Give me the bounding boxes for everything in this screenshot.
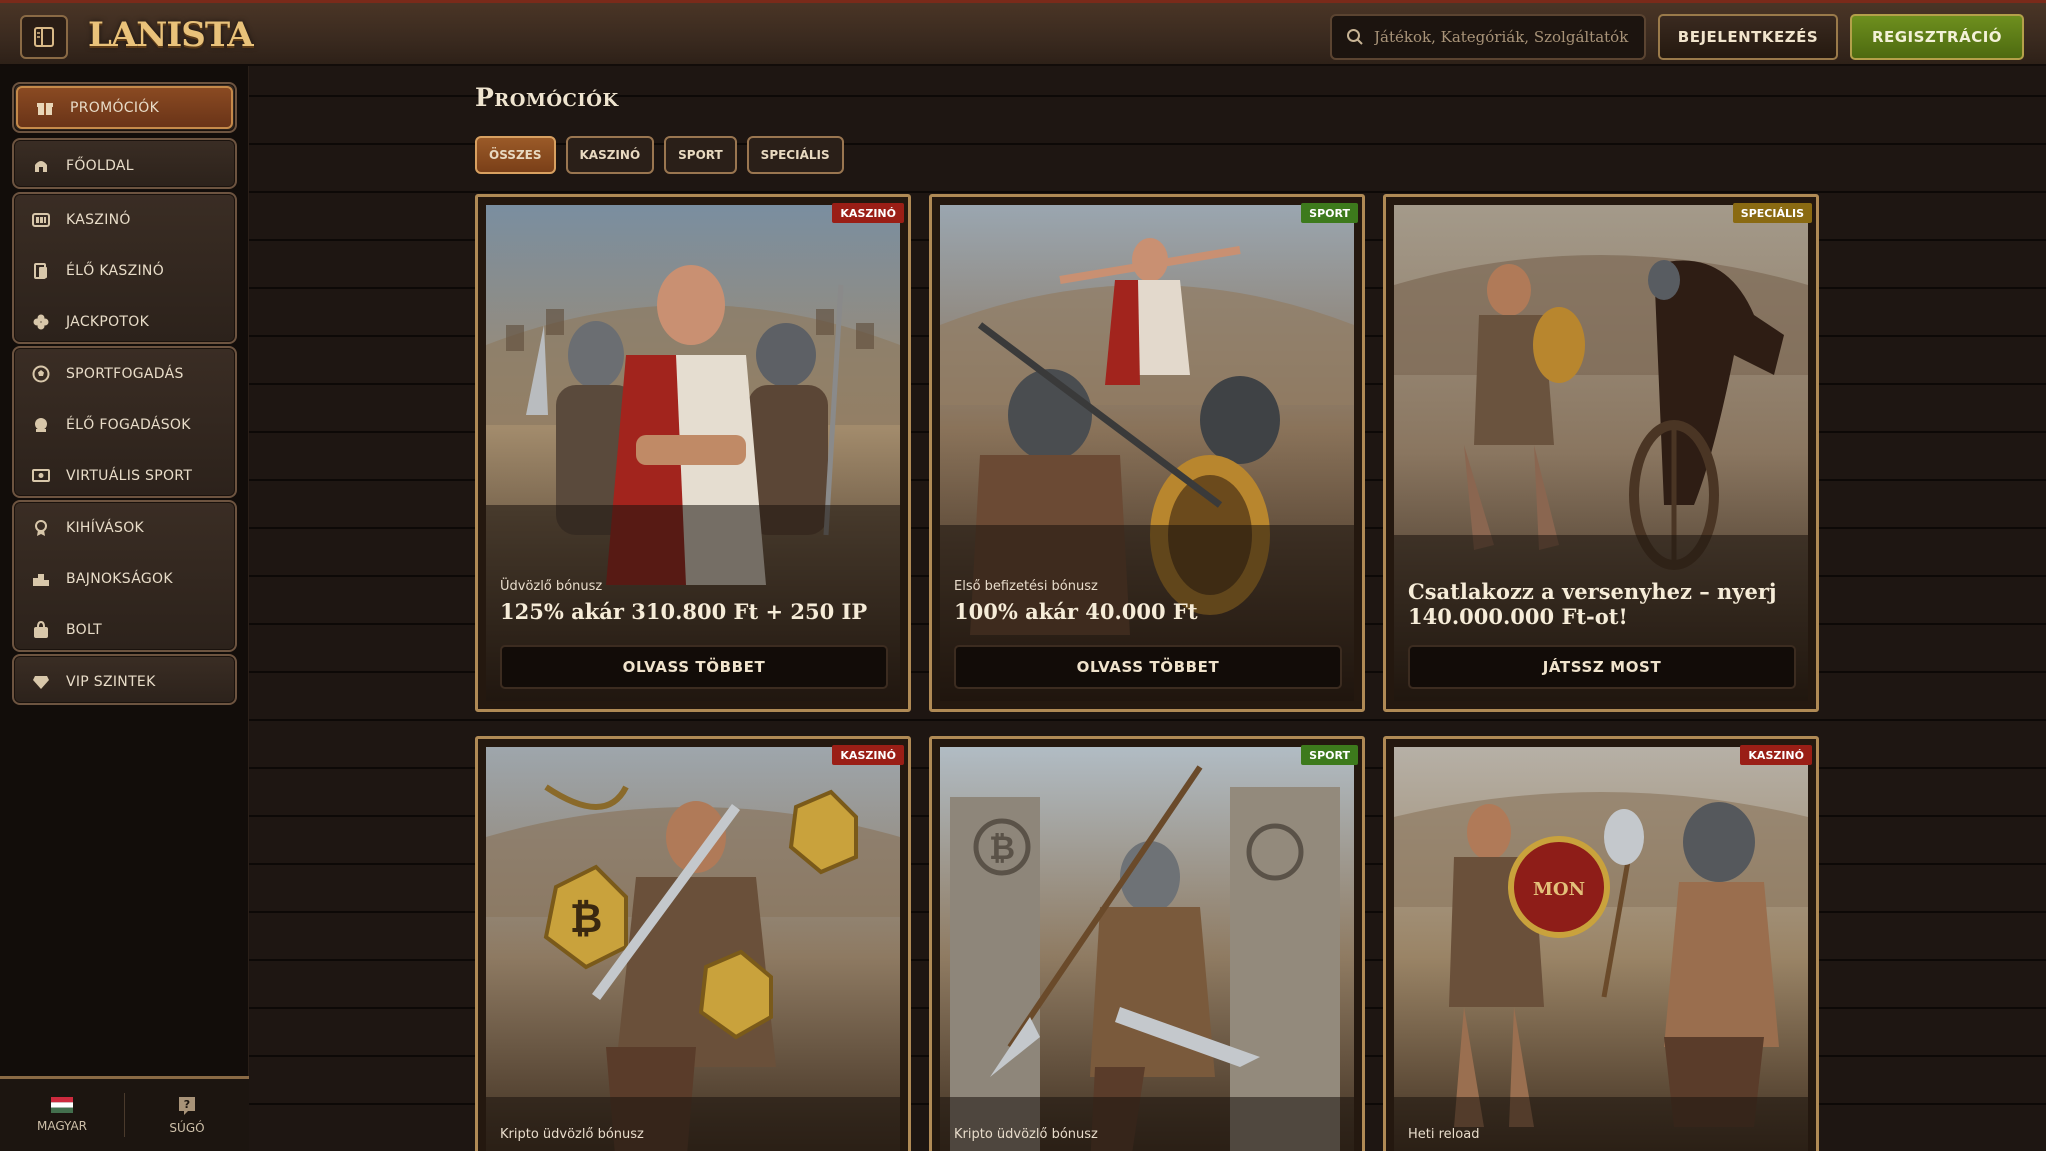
sidebar-item-vip[interactable]: VIP SZINTEK bbox=[14, 656, 235, 707]
sidebar-item-label: VIRTUÁLIS SPORT bbox=[66, 467, 193, 484]
sidebar-item-home[interactable]: FŐOLDAL bbox=[14, 140, 235, 191]
category-tag: SPORT bbox=[1301, 203, 1358, 223]
promo-image: ₿ bbox=[940, 747, 1354, 1151]
promo-image: ₿ bbox=[486, 747, 900, 1151]
language-selector[interactable]: MAGYAR bbox=[0, 1079, 124, 1151]
sidebar-footer: MAGYAR ? SÚGÓ bbox=[0, 1076, 249, 1151]
svg-text:₿: ₿ bbox=[989, 829, 1015, 867]
sidebar-item-label: SPORTFOGADÁS bbox=[66, 365, 184, 382]
gift-icon bbox=[34, 97, 56, 119]
cards-icon bbox=[30, 260, 52, 282]
sidebar-item-promotions[interactable]: PROMÓCIÓK bbox=[16, 86, 233, 129]
language-label: MAGYAR bbox=[37, 1119, 87, 1133]
help-label: SÚGÓ bbox=[169, 1121, 205, 1135]
sidebar-item-label: BOLT bbox=[66, 621, 103, 638]
sidebar-toggle-button[interactable] bbox=[20, 15, 68, 59]
svg-text:MON: MON bbox=[1533, 879, 1585, 900]
filter-special[interactable]: SPECIÁLIS bbox=[746, 136, 844, 174]
search-input[interactable] bbox=[1374, 28, 1634, 46]
sidebar-group-home: FŐOLDAL bbox=[12, 138, 237, 189]
category-tag: SPORT bbox=[1301, 745, 1358, 765]
sidebar-item-label: PROMÓCIÓK bbox=[70, 99, 160, 116]
bag-icon bbox=[30, 619, 52, 641]
sidebar-item-label: BAJNOKSÁGOK bbox=[66, 570, 173, 587]
sidebar-item-casino[interactable]: KASZINÓ bbox=[14, 194, 235, 245]
category-tag: KASZINÓ bbox=[832, 203, 904, 223]
sidebar-item-sportsbetting[interactable]: SPORTFOGADÁS bbox=[14, 348, 235, 399]
read-more-button[interactable]: OLVASS TÖBBET bbox=[954, 645, 1342, 689]
sidebar: PROMÓCIÓK FŐOLDAL KASZINÓ ÉLŐ KASZINÓ JA… bbox=[0, 66, 249, 1151]
site-logo[interactable]: LANISTA bbox=[88, 9, 254, 61]
ball-icon bbox=[30, 363, 52, 385]
promo-subtitle: Üdvözlő bónusz bbox=[500, 579, 603, 594]
promo-card-tournament[interactable]: SPECIÁLIS Csatlakozz a versenyhez – nyer… bbox=[1383, 194, 1819, 712]
filter-sport[interactable]: SPORT bbox=[664, 136, 737, 174]
promo-subtitle: Kripto üdvözlő bónusz bbox=[954, 1127, 1098, 1142]
sidebar-item-shop[interactable]: BOLT bbox=[14, 604, 235, 655]
sidebar-toggle-icon bbox=[34, 27, 54, 47]
medal-icon bbox=[30, 517, 52, 539]
filter-all[interactable]: ÖSSZES bbox=[475, 136, 556, 174]
top-header: LANISTA BEJELENTKEZÉS REGISZTRÁCIÓ bbox=[0, 0, 2046, 66]
login-button[interactable]: BEJELENTKEZÉS bbox=[1658, 14, 1838, 60]
sidebar-item-challenges[interactable]: KIHÍVÁSOK bbox=[14, 502, 235, 553]
promo-card-first-deposit[interactable]: SPORT Első befizetési bónusz 100% akár 4… bbox=[929, 194, 1365, 712]
help-icon: ? bbox=[179, 1097, 195, 1115]
diamond-icon bbox=[30, 671, 52, 693]
sidebar-item-label: JACKPOTOK bbox=[66, 313, 150, 330]
sidebar-item-label: ÉLŐ KASZINÓ bbox=[66, 262, 165, 279]
promo-filters: ÖSSZES KASZINÓ SPORT SPECIÁLIS bbox=[475, 136, 844, 174]
promo-subtitle: Kripto üdvözlő bónusz bbox=[500, 1127, 644, 1142]
sidebar-item-label: VIP SZINTEK bbox=[66, 673, 156, 690]
sidebar-item-live-bets[interactable]: ÉLŐ FOGADÁSOK bbox=[14, 399, 235, 450]
sidebar-item-label: FŐOLDAL bbox=[66, 157, 134, 174]
slot-icon bbox=[30, 209, 52, 231]
page-title: Promóciók bbox=[475, 83, 619, 112]
sidebar-item-label: ÉLŐ FOGADÁSOK bbox=[66, 416, 191, 433]
promo-card-crypto-casino[interactable]: ₿ KASZINÓ Kripto üdvözlő bónusz bbox=[475, 736, 911, 1151]
read-more-button[interactable]: OLVASS TÖBBET bbox=[500, 645, 888, 689]
promo-subtitle: Heti reload bbox=[1408, 1127, 1480, 1142]
category-tag: KASZINÓ bbox=[832, 745, 904, 765]
category-tag: KASZINÓ bbox=[1740, 745, 1812, 765]
sidebar-item-jackpots[interactable]: JACKPOTOK bbox=[14, 296, 235, 347]
sidebar-item-label: KASZINÓ bbox=[66, 211, 131, 228]
sidebar-group-casino: KASZINÓ ÉLŐ KASZINÓ JACKPOTOK bbox=[12, 192, 237, 344]
sidebar-item-label: KIHÍVÁSOK bbox=[66, 519, 145, 536]
sidebar-group-sport: SPORTFOGADÁS ÉLŐ FOGADÁSOK VIRTUÁLIS SPO… bbox=[12, 346, 237, 498]
promo-card-welcome[interactable]: KASZINÓ Üdvözlő bónusz 125% akár 310.800… bbox=[475, 194, 911, 712]
promo-image bbox=[940, 205, 1354, 701]
screen-icon bbox=[30, 465, 52, 487]
promo-headline: 125% akár 310.800 Ft + 250 IP bbox=[500, 599, 868, 624]
promo-card-weekly-reload[interactable]: MON KASZINÓ Heti reload bbox=[1383, 736, 1819, 1151]
promo-image: MON bbox=[1394, 747, 1808, 1151]
sidebar-group-extras: KIHÍVÁSOK BAJNOKSÁGOK BOLT bbox=[12, 500, 237, 652]
promo-headline: Csatlakozz a versenyhez – nyerj 140.000.… bbox=[1408, 579, 1777, 629]
svg-text:?: ? bbox=[184, 1098, 190, 1111]
filter-casino[interactable]: KASZINÓ bbox=[565, 136, 655, 174]
svg-text:₿: ₿ bbox=[570, 896, 603, 942]
promo-card-crypto-sport[interactable]: ₿ SPORT Kripto üdvözlő bónusz bbox=[929, 736, 1365, 1151]
hungary-flag-icon bbox=[51, 1097, 73, 1113]
register-button[interactable]: REGISZTRÁCIÓ bbox=[1850, 14, 2024, 60]
helmet-icon bbox=[30, 155, 52, 177]
sidebar-item-live-casino[interactable]: ÉLŐ KASZINÓ bbox=[14, 245, 235, 296]
play-now-button[interactable]: JÁTSSZ MOST bbox=[1408, 645, 1796, 689]
promo-subtitle: Első befizetési bónusz bbox=[954, 579, 1098, 594]
sidebar-group-promo: PROMÓCIÓK bbox=[12, 82, 237, 133]
sidebar-group-vip: VIP SZINTEK bbox=[12, 654, 237, 705]
live-icon bbox=[30, 414, 52, 436]
clover-icon bbox=[30, 311, 52, 333]
search-icon bbox=[1347, 29, 1363, 45]
promo-headline: 100% akár 40.000 Ft bbox=[954, 599, 1198, 624]
category-tag: SPECIÁLIS bbox=[1732, 203, 1812, 223]
sidebar-item-tournaments[interactable]: BAJNOKSÁGOK bbox=[14, 553, 235, 604]
sidebar-item-virtual-sport[interactable]: VIRTUÁLIS SPORT bbox=[14, 450, 235, 501]
promo-image bbox=[486, 205, 900, 701]
podium-icon bbox=[30, 568, 52, 590]
help-button[interactable]: ? SÚGÓ bbox=[125, 1079, 249, 1151]
search-box[interactable] bbox=[1330, 14, 1646, 60]
